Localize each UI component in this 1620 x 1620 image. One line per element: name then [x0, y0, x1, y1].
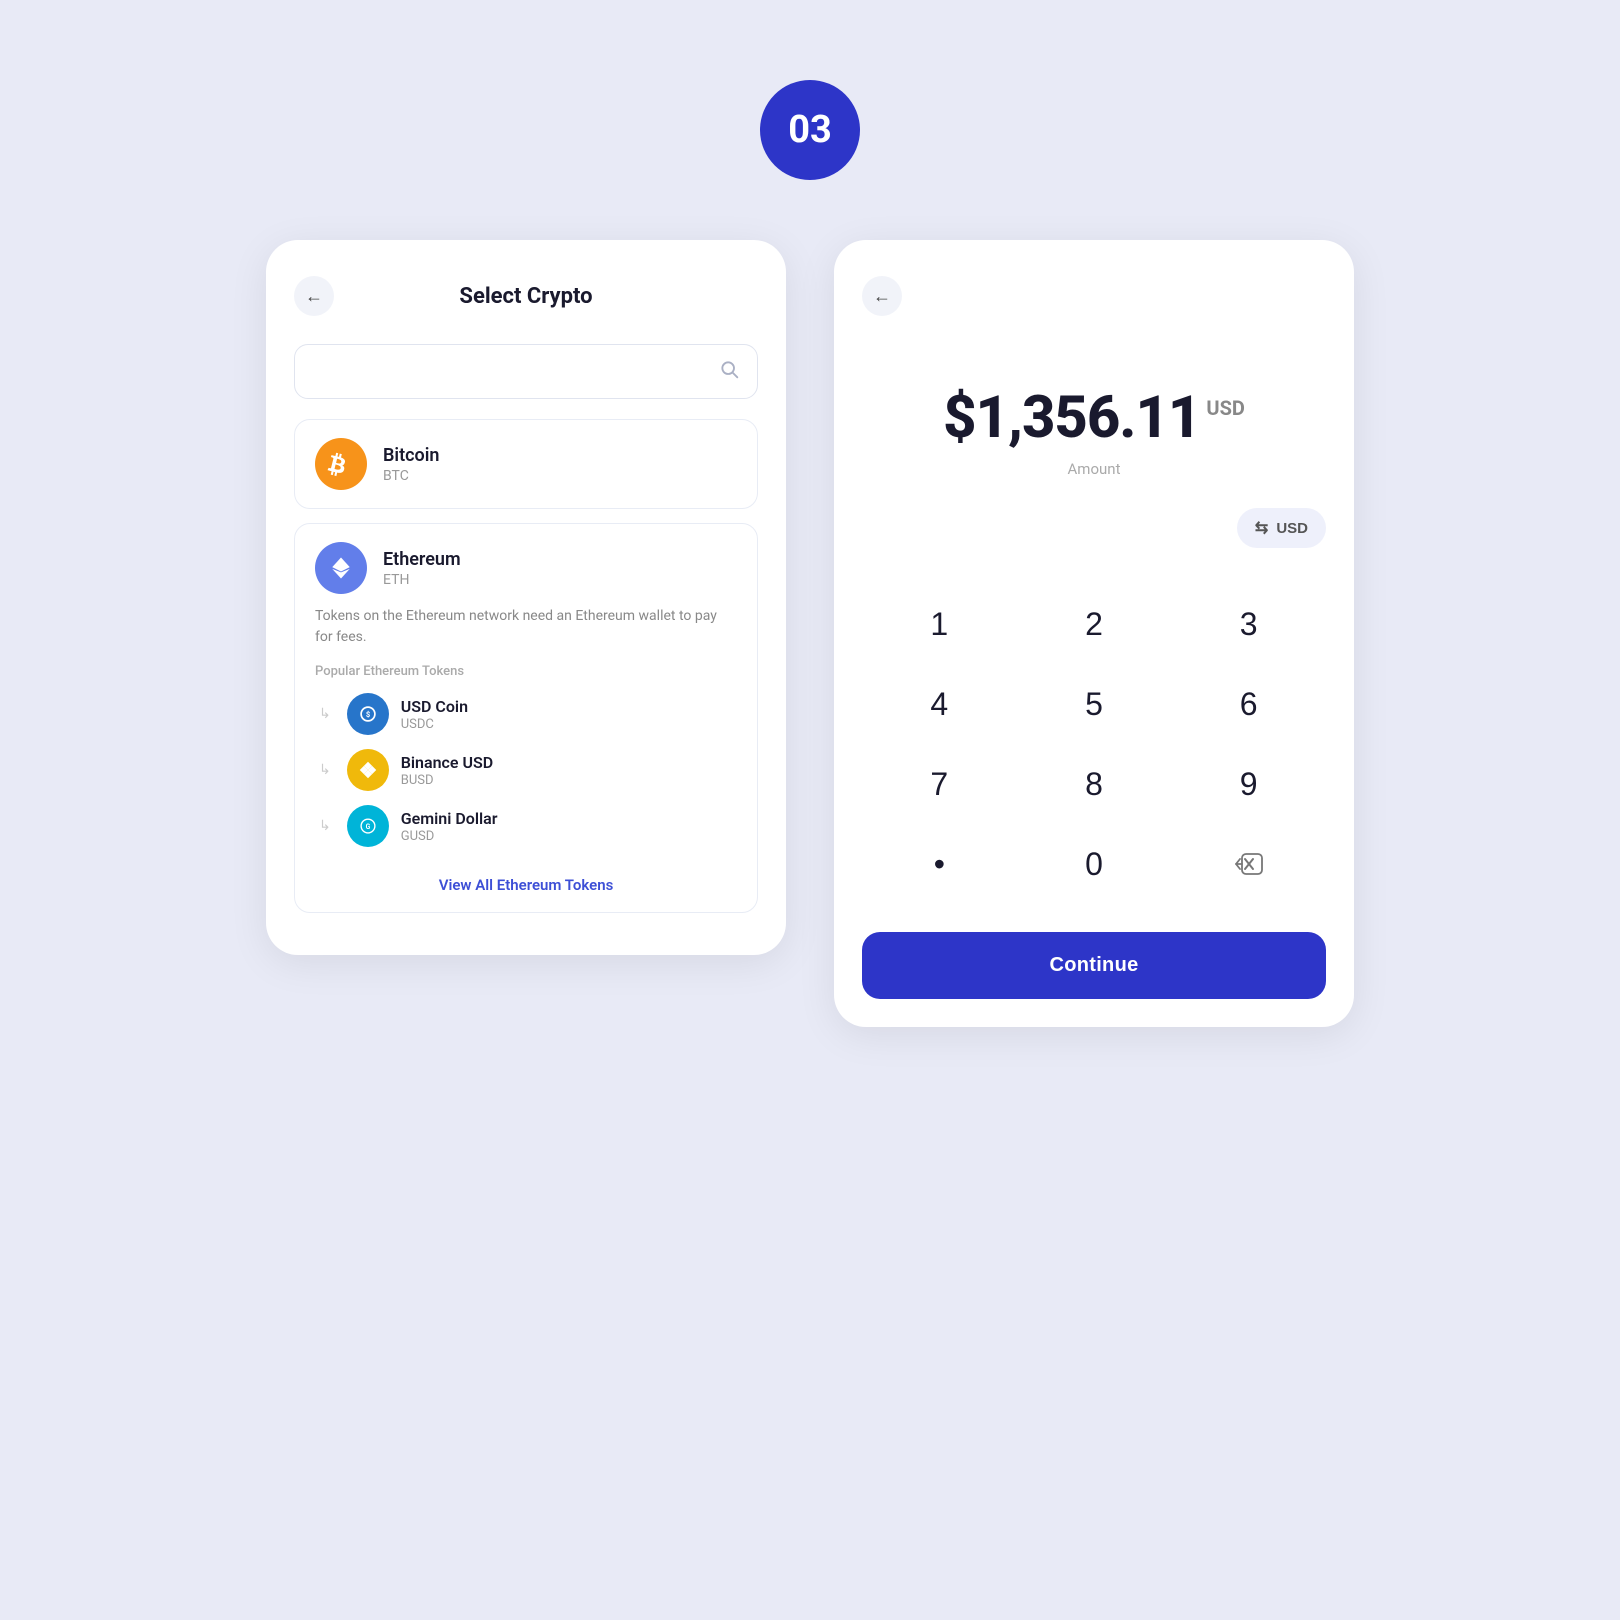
search-icon: [719, 359, 739, 384]
usdc-icon: $: [347, 693, 389, 735]
busd-info: Binance USD BUSD: [401, 753, 493, 788]
right-panel-header: ←: [862, 276, 1326, 316]
ethereum-expanded-item: Ethereum ETH Tokens on the Ethereum netw…: [294, 523, 758, 913]
numpad: 1 2 3 4 5 6 7 8 9 • 0: [862, 584, 1326, 904]
ethereum-header[interactable]: Ethereum ETH: [315, 542, 737, 594]
gusd-symbol: GUSD: [401, 829, 498, 844]
left-back-button[interactable]: ←: [294, 276, 334, 316]
usdc-item[interactable]: ↳ $ USD Coin USDC: [315, 693, 737, 735]
currency-toggle-button[interactable]: ⇆ USD: [1237, 508, 1326, 548]
right-back-button[interactable]: ←: [862, 276, 902, 316]
ethereum-symbol: ETH: [383, 572, 461, 588]
amount-display: $1,356.11 USD: [943, 384, 1245, 452]
select-crypto-panel: ← Select Crypto Bitcoin BTC: [266, 240, 786, 955]
amount-section: $1,356.11 USD Amount: [862, 344, 1326, 508]
svg-text:$: $: [366, 710, 370, 719]
bitcoin-info: Bitcoin BTC: [383, 445, 439, 484]
key-0[interactable]: 0: [1017, 824, 1172, 904]
gusd-name: Gemini Dollar: [401, 809, 498, 828]
usdc-name: USD Coin: [401, 697, 468, 716]
gusd-item[interactable]: ↳ G Gemini Dollar GUSD: [315, 805, 737, 847]
amount-panel: ← $1,356.11 USD Amount ⇆ USD 1 2 3 4 5 6…: [834, 240, 1354, 1027]
usdc-info: USD Coin USDC: [401, 697, 468, 732]
ethereum-description: Tokens on the Ethereum network need an E…: [315, 606, 737, 648]
key-3[interactable]: 3: [1171, 584, 1326, 664]
key-2[interactable]: 2: [1017, 584, 1172, 664]
step-badge: 03: [760, 80, 860, 180]
busd-name: Binance USD: [401, 753, 493, 772]
busd-icon: [347, 749, 389, 791]
sub-arrow-gusd: ↳: [319, 818, 331, 834]
left-panel-header: ← Select Crypto: [294, 276, 758, 316]
select-crypto-title: Select Crypto: [334, 284, 718, 309]
bitcoin-icon: [315, 438, 367, 490]
busd-symbol: BUSD: [401, 773, 493, 788]
bitcoin-symbol: BTC: [383, 468, 439, 484]
sub-arrow-usdc: ↳: [319, 706, 331, 722]
amount-currency-label: USD: [1206, 396, 1245, 420]
key-delete[interactable]: [1171, 824, 1326, 904]
panels-row: ← Select Crypto Bitcoin BTC: [266, 240, 1354, 1027]
key-6[interactable]: 6: [1171, 664, 1326, 744]
ethereum-name: Ethereum: [383, 549, 461, 570]
crypto-search-box[interactable]: [294, 344, 758, 399]
gusd-icon: G: [347, 805, 389, 847]
sub-arrow-busd: ↳: [319, 762, 331, 778]
key-9[interactable]: 9: [1171, 744, 1326, 824]
key-dot[interactable]: •: [862, 824, 1017, 904]
step-number: 03: [788, 108, 832, 152]
usdc-symbol: USDC: [401, 717, 468, 732]
crypto-search-input[interactable]: [313, 362, 719, 382]
key-7[interactable]: 7: [862, 744, 1017, 824]
bitcoin-item[interactable]: Bitcoin BTC: [294, 419, 758, 509]
key-4[interactable]: 4: [862, 664, 1017, 744]
view-all-ethereum-link[interactable]: View All Ethereum Tokens: [439, 876, 614, 894]
amount-label: Amount: [1068, 460, 1121, 478]
popular-tokens-label: Popular Ethereum Tokens: [315, 664, 737, 679]
view-all-link[interactable]: View All Ethereum Tokens: [315, 861, 737, 894]
switch-icon: ⇆: [1255, 518, 1268, 538]
bitcoin-name: Bitcoin: [383, 445, 439, 466]
continue-button[interactable]: Continue: [862, 932, 1326, 999]
key-5[interactable]: 5: [1017, 664, 1172, 744]
svg-text:G: G: [365, 823, 370, 831]
busd-item[interactable]: ↳ Binance USD BUSD: [315, 749, 737, 791]
ethereum-icon: [315, 542, 367, 594]
key-8[interactable]: 8: [1017, 744, 1172, 824]
currency-toggle-label: USD: [1276, 520, 1308, 537]
gusd-info: Gemini Dollar GUSD: [401, 809, 498, 844]
key-1[interactable]: 1: [862, 584, 1017, 664]
ethereum-info: Ethereum ETH: [383, 549, 461, 588]
amount-value: $1,356.11: [943, 384, 1200, 452]
